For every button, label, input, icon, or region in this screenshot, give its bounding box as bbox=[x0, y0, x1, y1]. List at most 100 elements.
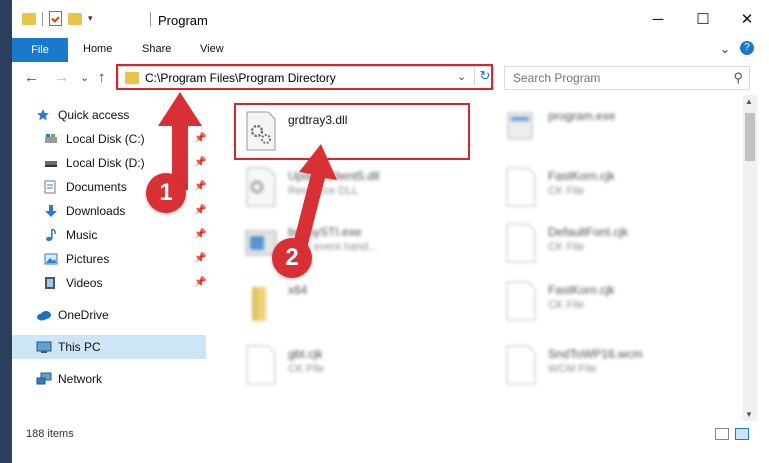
status-bar: 188 items bbox=[12, 421, 769, 447]
customize-toolbar-icon[interactable]: ▾ bbox=[88, 13, 93, 24]
dll-gear-icon bbox=[244, 167, 278, 207]
music-icon bbox=[44, 228, 58, 242]
large-icons-view-icon[interactable] bbox=[735, 428, 749, 440]
sidebar-item-onedrive[interactable]: OneDrive bbox=[12, 303, 206, 327]
sidebar-item-this-pc[interactable]: This PC bbox=[12, 335, 206, 359]
drive-icon bbox=[44, 157, 58, 169]
star-icon bbox=[36, 108, 50, 121]
file-item-fastkorn-2[interactable]: FastKorn.cjk CK File bbox=[496, 275, 736, 327]
sidebar-item-pictures[interactable]: Pictures 📌 bbox=[12, 247, 206, 271]
sidebar-item-label: Local Disk (D:) bbox=[66, 156, 145, 170]
file-name: FastKorn.cjk bbox=[548, 169, 615, 183]
file-highlight-box bbox=[234, 103, 470, 160]
videos-icon bbox=[44, 276, 58, 289]
blank-file-icon bbox=[504, 281, 538, 321]
step1-badge: 1 bbox=[146, 173, 186, 213]
sidebar-item-label: Local Disk (C:) bbox=[66, 132, 145, 146]
search-input[interactable] bbox=[505, 67, 721, 89]
tab-home[interactable]: Home bbox=[83, 43, 112, 55]
folder-item-x64[interactable]: x64 bbox=[236, 275, 476, 327]
new-folder-icon[interactable] bbox=[68, 12, 82, 25]
blank-file-icon bbox=[504, 345, 538, 385]
sidebar-item-music[interactable]: Music 📌 bbox=[12, 223, 206, 247]
file-type: WCM File bbox=[548, 363, 597, 375]
file-item-defaultfont[interactable]: DefaultFont.cjk CK File bbox=[496, 217, 736, 269]
file-type: CK File bbox=[548, 299, 585, 311]
expand-ribbon-icon[interactable]: ⌄ bbox=[720, 42, 730, 56]
search-box[interactable]: ⚲ bbox=[504, 66, 750, 90]
file-type: CK File bbox=[288, 363, 325, 375]
download-icon bbox=[44, 204, 58, 217]
maximize-button[interactable]: ☐ bbox=[688, 8, 718, 30]
up-button[interactable]: ↑ bbox=[98, 69, 106, 86]
sidebar-item-label: Music bbox=[66, 228, 98, 242]
forward-button[interactable]: → bbox=[54, 69, 69, 86]
folder-icon[interactable] bbox=[22, 12, 36, 25]
sidebar-item-label: Documents bbox=[66, 180, 127, 194]
exe-icon bbox=[504, 107, 538, 147]
search-icon: ⚲ bbox=[733, 70, 743, 85]
pictures-icon bbox=[44, 253, 58, 265]
properties-icon[interactable] bbox=[49, 11, 62, 26]
title-bar: ▾ Program ─ ☐ ✕ bbox=[12, 0, 769, 38]
file-name: program.exe bbox=[548, 109, 616, 123]
minimize-button[interactable]: ─ bbox=[643, 8, 673, 30]
recent-locations-button[interactable]: ⌄ bbox=[80, 71, 89, 84]
quick-access-toolbar: ▾ bbox=[22, 11, 93, 26]
sidebar-item-videos[interactable]: Videos 📌 bbox=[12, 271, 206, 295]
pin-icon[interactable]: 📌 bbox=[194, 253, 206, 264]
file-name: x64 bbox=[288, 283, 308, 297]
file-type: CK File bbox=[548, 241, 585, 253]
sidebar-item-label: Pictures bbox=[66, 252, 110, 266]
file-item-fastkorn[interactable]: FastKorn.cjk CK File bbox=[496, 161, 736, 213]
file-name: FastKorn.cjk bbox=[548, 283, 615, 297]
sidebar-item-label: Network bbox=[58, 372, 103, 386]
tab-view[interactable]: View bbox=[200, 43, 224, 55]
blank-file-icon bbox=[504, 223, 538, 263]
navigation-bar: ← → ⌄ ↑ C:\Program Files\Program Directo… bbox=[12, 62, 769, 94]
sidebar-item-label: Videos bbox=[66, 276, 103, 290]
file-item-program-exe[interactable]: program.exe bbox=[496, 101, 736, 153]
pin-icon[interactable]: 📌 bbox=[194, 205, 206, 216]
item-count: 188 items bbox=[26, 428, 74, 440]
tab-share[interactable]: Share bbox=[142, 43, 171, 55]
file-item-updateclient5[interactable]: UpdateClient5.dll Resource DLL bbox=[236, 161, 476, 213]
address-highlight-box bbox=[116, 64, 493, 90]
network-icon bbox=[36, 372, 52, 385]
file-name: SndToWP16.wcm bbox=[548, 347, 643, 361]
file-item-sndtowp16[interactable]: SndToWP16.wcm WCM File bbox=[496, 339, 736, 391]
file-type: CK File bbox=[548, 185, 585, 197]
computer-icon bbox=[36, 341, 52, 353]
blank-file-icon bbox=[504, 167, 538, 207]
explorer-window: ▾ Program ─ ☐ ✕ File Home Share View ⌄ ?… bbox=[12, 0, 769, 463]
help-icon[interactable]: ? bbox=[740, 41, 754, 55]
sidebar-item-network[interactable]: Network bbox=[12, 367, 206, 391]
file-tab[interactable]: File bbox=[12, 38, 68, 62]
file-name: gbt.cjk bbox=[288, 347, 323, 361]
scroll-up-icon[interactable]: ▲ bbox=[745, 97, 753, 106]
pin-icon[interactable]: 📌 bbox=[194, 277, 206, 288]
file-name: DefaultFont.cjk bbox=[548, 225, 629, 239]
sidebar-item-label: Downloads bbox=[66, 204, 126, 218]
folder-icon bbox=[244, 281, 278, 321]
cloud-icon bbox=[36, 309, 51, 321]
sidebar-item-label: This PC bbox=[58, 340, 101, 354]
sidebar-item-label: OneDrive bbox=[58, 308, 109, 322]
scroll-thumb[interactable] bbox=[745, 113, 755, 161]
scroll-down-icon[interactable]: ▼ bbox=[745, 410, 753, 419]
pin-icon[interactable]: 📌 bbox=[194, 229, 206, 240]
view-switcher bbox=[715, 428, 749, 440]
back-button[interactable]: ← bbox=[24, 69, 39, 86]
close-button[interactable]: ✕ bbox=[732, 8, 762, 30]
file-item-gbt[interactable]: gbt.cjk CK File bbox=[236, 339, 476, 391]
ribbon-menu: File Home Share View ⌄ ? bbox=[12, 38, 769, 63]
window-title: Program bbox=[158, 13, 208, 28]
step2-badge: 2 bbox=[272, 238, 312, 278]
drive-icon bbox=[44, 133, 58, 145]
sidebar-item-label: Quick access bbox=[58, 108, 130, 122]
details-view-icon[interactable] bbox=[715, 428, 729, 440]
toolbar-divider bbox=[42, 11, 43, 26]
title-divider bbox=[150, 12, 151, 27]
documents-icon bbox=[44, 180, 58, 194]
vertical-scrollbar[interactable]: ▲ ▼ bbox=[743, 95, 757, 421]
